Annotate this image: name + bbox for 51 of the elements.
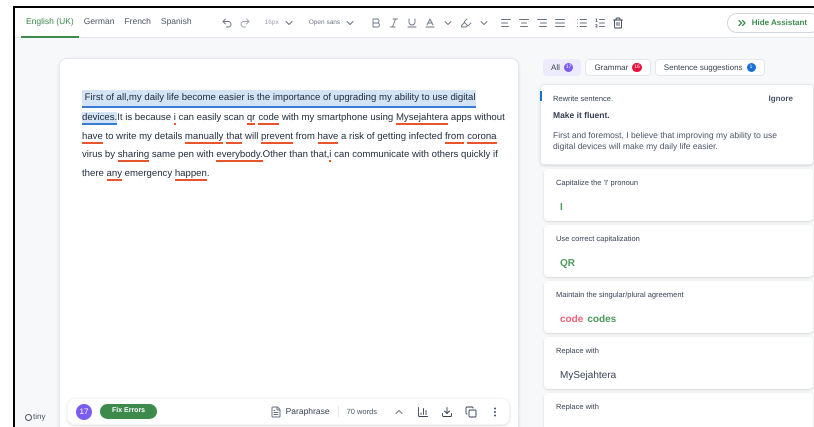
flagged-word: sharing <box>118 149 150 162</box>
undo-icon[interactable] <box>220 16 233 28</box>
download-icon[interactable] <box>441 406 453 418</box>
text-color-icon[interactable] <box>424 16 436 28</box>
flagged-word: happen <box>174 168 207 180</box>
language-tab[interactable]: Spanish <box>156 8 197 38</box>
flagged-word: have <box>82 130 103 144</box>
flagged-word: i <box>329 149 332 162</box>
language-tab[interactable]: English (UK) <box>21 8 79 38</box>
chart-icon[interactable] <box>417 406 429 418</box>
align-justify-icon[interactable] <box>554 16 566 28</box>
align-left-icon[interactable] <box>500 16 512 28</box>
flagged-word: manually <box>184 130 224 144</box>
flagged-word: that <box>226 130 242 144</box>
highlighter-icon[interactable] <box>460 16 472 28</box>
flagged-word: code <box>258 112 280 125</box>
replacement-word[interactable]: MySejahtera <box>560 368 616 383</box>
logo-icon <box>25 414 32 420</box>
italic-icon[interactable] <box>388 16 400 28</box>
rewrite-text: First and foremost, I believe that improving my ability to use digital devices will make my daily life easier. <box>553 130 778 152</box>
underline-icon[interactable] <box>406 16 418 28</box>
bold-icon[interactable] <box>370 16 382 28</box>
copy-icon[interactable] <box>465 406 477 418</box>
selected-text: First of all,my daily life become easier is the importance of upgrading my ability to use digital <box>82 90 476 108</box>
redo-icon[interactable] <box>238 16 251 28</box>
selected-text: devices. <box>82 112 118 125</box>
trash-icon[interactable] <box>612 16 624 28</box>
flagged-word: have <box>318 130 338 144</box>
active-marker <box>540 91 542 101</box>
ignore-button[interactable]: Ignore <box>768 93 793 105</box>
flagged-word: corona <box>467 130 497 144</box>
card-title: Make it fluent. <box>553 109 611 122</box>
flagged-word: Mysejahtera <box>396 112 448 125</box>
editor-text[interactable]: First of all,my daily life become easier is the importance of upgrading my ability to use digital devices.It is because i can easily scan qr code with my smartphone using Mysejahtera apps without have to write my details manually that will prevent from have a risk of getting infected from corona virus by sharing same pen with everybody.Other than that,i can communicate with others quickly if there any emergency happen. <box>82 90 512 183</box>
document-icon <box>270 406 282 418</box>
language-tab[interactable]: French <box>119 8 156 38</box>
flagged-word: prevent <box>261 130 293 144</box>
flagged-word: from <box>445 130 464 144</box>
flagged-word: qr <box>246 112 256 125</box>
flagged-word: everybody. <box>216 149 263 162</box>
numbered-list-icon[interactable] <box>594 16 606 28</box>
flagged-word: i <box>174 112 176 125</box>
paraphrase-button[interactable]: Paraphrase <box>270 405 330 418</box>
brand-logo: tiny <box>25 411 46 423</box>
flagged-word: any <box>106 168 122 180</box>
error-count-badge: 17 <box>76 404 92 420</box>
hide-assistant-button[interactable]: Hide Assistant <box>726 12 814 32</box>
align-center-icon[interactable] <box>518 16 530 28</box>
language-tab[interactable]: German <box>78 8 120 38</box>
removed-word: code <box>560 313 584 327</box>
align-right-icon[interactable] <box>536 16 548 28</box>
